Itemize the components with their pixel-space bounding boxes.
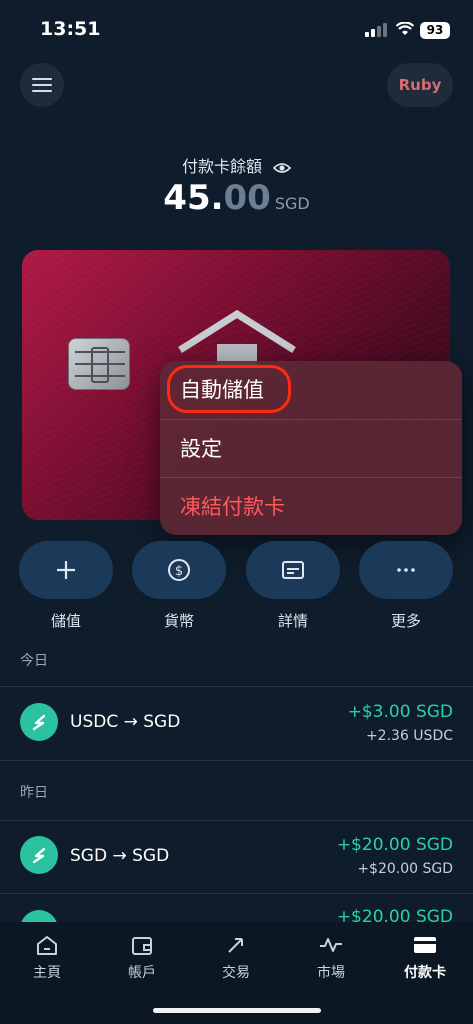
exchange-arrow-icon xyxy=(32,847,46,864)
tab-accounts[interactable]: 帳戶 xyxy=(95,932,189,992)
transaction-subamount: +$20.00 SGD xyxy=(357,861,453,877)
profile-button[interactable]: Ruby xyxy=(387,63,453,107)
balance-decimals: 00 xyxy=(223,178,271,218)
dollar-circle-icon: $ xyxy=(168,559,190,581)
hamburger-icon xyxy=(32,78,52,92)
more-button[interactable] xyxy=(359,541,453,599)
transaction-amount: +$3.00 SGD xyxy=(347,702,453,722)
divider xyxy=(0,820,473,821)
status-bar: 13:51 93 xyxy=(0,0,473,60)
balance-integer: 45. xyxy=(163,178,224,218)
exchange-arrow-icon xyxy=(32,714,46,731)
wifi-icon xyxy=(396,22,414,35)
home-icon xyxy=(37,936,57,955)
wallet-icon xyxy=(132,937,152,955)
card-details-icon xyxy=(282,561,304,579)
details-label: 詳情 xyxy=(277,612,308,630)
section-yesterday: 昨日 xyxy=(20,785,48,801)
balance-label: 付款卡餘額 xyxy=(181,157,262,176)
balance-currency: SGD xyxy=(274,194,310,213)
transaction-title: SGD → SGD xyxy=(70,846,170,866)
plus-icon xyxy=(57,561,75,579)
divider xyxy=(0,760,473,761)
transaction-icon xyxy=(20,836,58,874)
transaction-subamount: +2.36 USDC xyxy=(365,728,453,744)
divider xyxy=(0,686,473,687)
menu-item-freeze-card[interactable]: 凍結付款卡 xyxy=(160,477,462,535)
section-today: 今日 xyxy=(20,653,48,669)
chart-line-icon xyxy=(320,938,342,952)
tab-trade-label: 交易 xyxy=(222,965,250,981)
tab-home[interactable]: 主頁 xyxy=(0,932,94,992)
balance-label-row: 付款卡餘額 xyxy=(0,153,473,177)
highlight-annotation xyxy=(167,365,291,413)
svg-text:$: $ xyxy=(175,564,183,579)
divider xyxy=(0,893,473,894)
status-time: 13:51 xyxy=(40,18,101,40)
menu-button[interactable] xyxy=(20,63,64,107)
transaction-icon xyxy=(20,703,58,741)
topup-button[interactable] xyxy=(19,541,113,599)
home-indicator xyxy=(153,1008,321,1013)
details-button[interactable] xyxy=(246,541,340,599)
tab-home-label: 主頁 xyxy=(33,965,61,981)
swap-arrows-icon xyxy=(228,938,243,953)
tab-card-label: 付款卡 xyxy=(404,965,446,981)
transaction-title: USDC → SGD xyxy=(70,712,181,732)
transaction-amount: +$20.00 SGD xyxy=(336,835,453,855)
more-label: 更多 xyxy=(390,612,421,630)
tab-market-label: 市場 xyxy=(317,965,345,981)
battery-indicator: 93 xyxy=(420,22,450,39)
topup-label: 儲值 xyxy=(50,612,81,630)
eye-icon[interactable] xyxy=(273,161,292,175)
tab-accounts-label: 帳戶 xyxy=(128,965,156,981)
tab-trade[interactable]: 交易 xyxy=(189,932,283,992)
currency-button[interactable]: $ xyxy=(132,541,226,599)
tab-card[interactable]: 付款卡 xyxy=(378,932,472,992)
signal-icon xyxy=(365,23,389,37)
more-dots-icon xyxy=(397,568,415,572)
menu-item-settings[interactable]: 設定 xyxy=(160,419,462,477)
balance-amount: 45.00 SGD xyxy=(0,178,473,218)
tab-market[interactable]: 市場 xyxy=(284,932,378,992)
card-icon xyxy=(414,937,436,953)
currency-label: 貨幣 xyxy=(163,612,194,630)
card-chip-icon xyxy=(68,338,130,390)
